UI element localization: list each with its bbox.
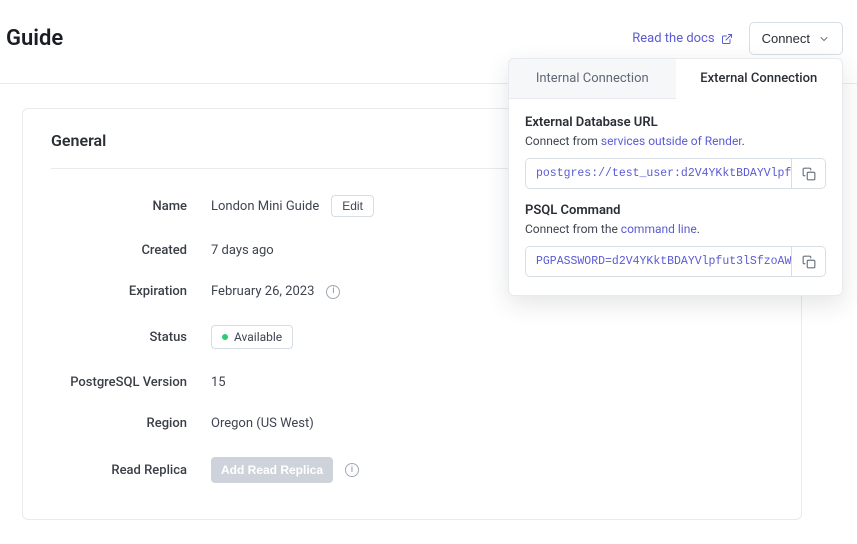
connect-popover: Internal Connection External Connection … xyxy=(508,58,843,296)
tab-external-connection[interactable]: External Connection xyxy=(676,59,843,99)
external-url-sub: Connect from services outside of Render. xyxy=(525,134,826,148)
command-line-link[interactable]: command line xyxy=(621,222,697,236)
value-region: Oregon (US West) xyxy=(211,416,314,431)
label-read-replica: Read Replica xyxy=(51,463,211,478)
connect-button[interactable]: Connect xyxy=(749,22,843,55)
psql-code-row: PGPASSWORD=d2V4YKktBDAYVlpfut3lSfzoAWhwb… xyxy=(525,246,826,277)
psql-prefix: Connect from the xyxy=(525,222,621,236)
psql-title: PSQL Command xyxy=(525,203,826,218)
label-name: Name xyxy=(51,199,211,214)
psql-suffix: . xyxy=(697,222,700,236)
label-expiration: Expiration xyxy=(51,284,211,299)
label-pg-version: PostgreSQL Version xyxy=(51,375,211,390)
info-icon[interactable]: i xyxy=(345,463,359,477)
edit-name-button[interactable]: Edit xyxy=(331,195,374,217)
value-created: 7 days ago xyxy=(211,243,274,258)
external-link-icon xyxy=(721,33,733,45)
value-name: London Mini Guide Edit xyxy=(211,195,374,217)
name-text: London Mini Guide xyxy=(211,199,319,214)
read-docs-link[interactable]: Read the docs xyxy=(632,31,732,46)
read-docs-label: Read the docs xyxy=(632,31,714,46)
value-pg-version: 15 xyxy=(211,375,226,390)
external-url-title: External Database URL xyxy=(525,115,826,130)
copy-icon xyxy=(802,167,816,181)
services-outside-link[interactable]: services outside of Render xyxy=(601,134,742,148)
label-region: Region xyxy=(51,416,211,431)
label-status: Status xyxy=(51,330,211,345)
page-title: Guide xyxy=(6,26,63,51)
external-url-value[interactable]: postgres://test_user:d2V4YKktBDAYVlpfut3… xyxy=(526,159,791,188)
copy-external-url-button[interactable] xyxy=(791,159,825,188)
value-status: Available xyxy=(211,325,293,349)
status-badge: Available xyxy=(211,325,293,349)
row-pg-version: PostgreSQL Version 15 xyxy=(51,375,773,390)
copy-psql-button[interactable] xyxy=(791,247,825,276)
external-url-code-row: postgres://test_user:d2V4YKktBDAYVlpfut3… xyxy=(525,158,826,189)
row-region: Region Oregon (US West) xyxy=(51,416,773,431)
value-expiration: February 26, 2023 i xyxy=(211,284,340,299)
connection-tabs: Internal Connection External Connection xyxy=(509,59,842,99)
psql-sub: Connect from the command line. xyxy=(525,222,826,236)
label-created: Created xyxy=(51,243,211,258)
copy-icon xyxy=(802,255,816,269)
value-read-replica: Add Read Replica i xyxy=(211,457,359,483)
add-read-replica-button[interactable]: Add Read Replica xyxy=(211,457,333,483)
status-dot-icon xyxy=(222,334,228,340)
connect-label: Connect xyxy=(762,31,810,46)
row-read-replica: Read Replica Add Read Replica i xyxy=(51,457,773,483)
psql-value[interactable]: PGPASSWORD=d2V4YKktBDAYVlpfut3lSfzoAWhwb… xyxy=(526,247,791,276)
header-actions: Read the docs Connect xyxy=(632,22,843,55)
tab-internal-connection[interactable]: Internal Connection xyxy=(509,59,676,99)
popover-body: External Database URL Connect from servi… xyxy=(509,99,842,295)
info-icon[interactable]: i xyxy=(326,285,340,299)
chevron-down-icon xyxy=(818,33,830,45)
row-status: Status Available xyxy=(51,325,773,349)
status-text: Available xyxy=(234,330,282,344)
expiration-text: February 26, 2023 xyxy=(211,284,314,299)
external-url-prefix: Connect from xyxy=(525,134,601,148)
external-url-suffix: . xyxy=(742,134,745,148)
